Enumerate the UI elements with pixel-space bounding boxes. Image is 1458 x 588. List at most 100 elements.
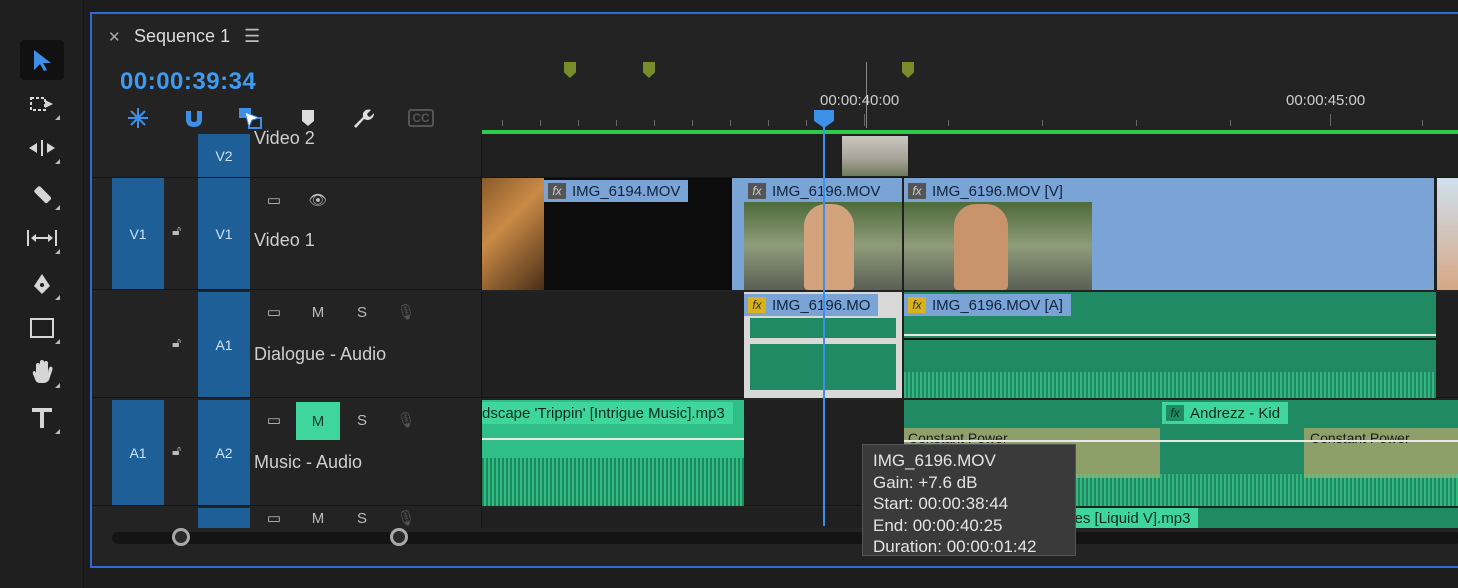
toggle-track-output-button[interactable]: 👁︎	[296, 182, 340, 218]
fx-badge: fx	[548, 183, 566, 199]
ruler-tick	[1422, 120, 1423, 126]
track-lane-a1[interactable]: fx IMG_6196.MO fx IMG_6196.MOV [A]	[482, 292, 1458, 398]
video-clip[interactable]: fx IMG_6194.MOV	[544, 178, 732, 290]
video-clip-thumbnail[interactable]	[842, 136, 908, 176]
solo-track-button[interactable]: S	[340, 294, 384, 330]
razor-icon	[34, 186, 52, 204]
video-clip[interactable]	[482, 178, 544, 290]
lock-icon[interactable]: 🔓︎	[172, 442, 181, 459]
voiceover-record-button[interactable]: 🎙︎	[384, 294, 428, 330]
track-name: Video 1	[254, 230, 315, 250]
hamburger-icon[interactable]: ☰	[244, 26, 260, 47]
marker-icon[interactable]	[564, 62, 576, 78]
track-a1: 🔓︎ A1 ▭ M S 🎙︎ Dialogue - Audio fx IMG_61…	[92, 292, 1458, 398]
playhead-timecode[interactable]: 00:00:39:34	[120, 68, 256, 96]
volume-rubber-band[interactable]	[482, 438, 744, 440]
ruler-tick	[864, 114, 865, 126]
scrollbar-track[interactable]	[112, 532, 1458, 544]
rectangle-tool[interactable]	[20, 308, 64, 348]
arrow-icon	[34, 50, 51, 71]
lock-icon[interactable]: 🔓︎	[172, 222, 181, 239]
clip-name: IMG_6196.MO	[772, 296, 871, 314]
clip-name: IMG_6196.MOV [A]	[932, 296, 1063, 314]
volume-rubber-band[interactable]	[904, 440, 1458, 442]
selection-tool[interactable]	[20, 40, 64, 80]
toggle-sync-lock-button[interactable]: ▭	[252, 508, 296, 528]
track-select-icon	[30, 97, 53, 111]
voiceover-record-button[interactable]: 🎙︎	[384, 402, 428, 438]
nest-icon	[128, 108, 148, 128]
waveform	[904, 371, 1436, 398]
volume-rubber-band[interactable]	[904, 334, 1436, 336]
close-icon[interactable]: ✕	[108, 28, 121, 46]
ruler-tick	[1136, 120, 1137, 126]
solo-track-button[interactable]: S	[340, 508, 384, 528]
eye-icon: 👁︎	[308, 192, 328, 209]
clip-name: IMG_6194.MOV	[572, 182, 681, 200]
track-lane-v1[interactable]: fx IMG_6194.MOV fx IMG_6196.MOV fx IMG_6196…	[482, 178, 1458, 290]
track-select-tool[interactable]	[20, 84, 64, 124]
tooltip-duration: Duration: 00:00:01:42	[873, 537, 1037, 556]
tooltip-end: End: 00:00:40:25	[873, 515, 1003, 535]
wrench-icon	[354, 109, 374, 128]
voiceover-record-button[interactable]: 🎙︎	[384, 508, 428, 528]
track-target-a3[interactable]	[198, 508, 250, 528]
ruler-label: 00:00:40:00	[820, 92, 900, 109]
solo-track-button[interactable]: S	[340, 402, 384, 438]
hand-tool[interactable]	[20, 352, 64, 392]
ruler-tick	[502, 120, 503, 126]
horizontal-zoom-scrollbar[interactable]	[112, 528, 1458, 546]
playhead-line[interactable]	[823, 112, 825, 526]
sequence-tab-title[interactable]: Sequence 1	[134, 26, 230, 47]
toggle-sync-lock-button[interactable]: ▭	[252, 182, 296, 218]
video-clip-gap[interactable]	[732, 178, 744, 290]
mute-track-button[interactable]: M	[296, 508, 340, 528]
razor-tool[interactable]	[20, 174, 64, 214]
ruler-tick	[768, 120, 769, 126]
track-header-a1: 🔓︎ A1 ▭ M S 🎙︎ Dialogue - Audio	[92, 292, 482, 397]
pen-tool[interactable]	[20, 264, 64, 304]
track-lane-v2[interactable]	[482, 134, 1458, 177]
ruler-tick	[1230, 120, 1231, 126]
track-target-a2[interactable]: A2	[198, 400, 250, 505]
captions-button[interactable]: CC	[406, 104, 436, 132]
snap-button[interactable]	[180, 104, 208, 132]
marker-icon[interactable]	[902, 62, 914, 78]
transition-label: Constant Power	[1310, 430, 1410, 446]
type-tool[interactable]	[20, 398, 64, 438]
track-target-v2[interactable]: V2	[198, 134, 250, 177]
track-target-v1[interactable]: V1	[198, 178, 250, 289]
linked-selection-icon	[239, 108, 262, 129]
scrollbar-right-handle[interactable]	[390, 528, 408, 546]
clip-name: dscape 'Trippin' [Intrigue Music].mp3	[482, 404, 725, 422]
timeline-settings-button[interactable]	[348, 104, 376, 132]
hand-icon	[32, 360, 53, 383]
mute-track-button[interactable]: M	[296, 294, 340, 330]
audio-clip[interactable]: fx IMG_6196.MOV [A]	[904, 292, 1436, 398]
track-header-v1: V1 🔓︎ V1 ▭ 👁︎ Video 1	[92, 178, 482, 289]
track-target-a1[interactable]: A1	[198, 292, 250, 397]
source-patch-a1[interactable]: A1	[112, 400, 164, 505]
source-patch-v1[interactable]: V1	[112, 178, 164, 289]
film-icon: ▭	[266, 412, 282, 429]
audio-clip[interactable]: dscape 'Trippin' [Intrigue Music].mp3	[482, 400, 744, 506]
time-ruler[interactable]: 00:00:40:00 00:00:45:00	[482, 54, 1458, 132]
marker-icon[interactable]	[643, 62, 655, 78]
audio-transition[interactable]: Constant Power	[1304, 428, 1458, 478]
video-clip[interactable]	[1437, 178, 1458, 290]
scrollbar-left-handle[interactable]	[172, 528, 190, 546]
lock-icon[interactable]: 🔓︎	[172, 334, 181, 351]
video-clip[interactable]: fx IMG_6196.MOV [V]	[904, 178, 1434, 290]
toggle-sync-lock-button[interactable]: ▭	[252, 294, 296, 330]
slip-tool[interactable]	[20, 218, 64, 258]
clip-name: otes [Liquid V].mp3	[1062, 509, 1191, 527]
audio-clip[interactable]: otes [Liquid V].mp3	[1062, 508, 1458, 528]
nest-toggle-button[interactable]	[124, 104, 152, 132]
toggle-sync-lock-button[interactable]: ▭	[252, 402, 296, 438]
ripple-edit-tool[interactable]	[20, 128, 64, 168]
clip-name: IMG_6196.MOV [V]	[932, 182, 1063, 200]
clip-name: IMG_6196.MOV	[772, 182, 881, 200]
mute-track-button[interactable]: M	[296, 402, 340, 440]
fx-badge: fx	[908, 183, 926, 199]
track-header-a3: ▭ M S 🎙︎	[92, 508, 482, 528]
